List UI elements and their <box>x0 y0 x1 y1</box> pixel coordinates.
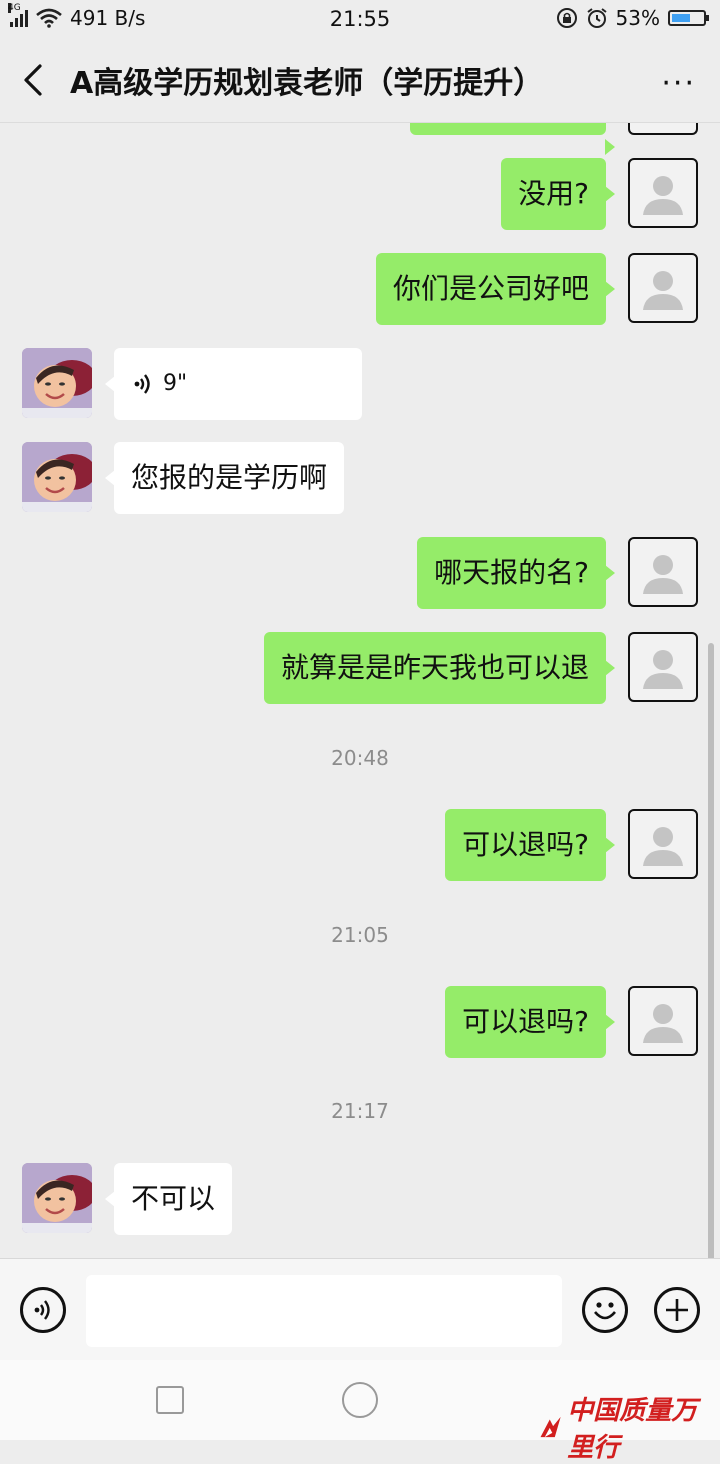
default-avatar-icon <box>643 1004 683 1043</box>
battery-icon <box>668 10 709 26</box>
default-avatar-icon <box>643 271 683 310</box>
avatar[interactable] <box>22 348 92 418</box>
contact-photo <box>22 442 92 512</box>
timestamp: 21:17 <box>331 1099 389 1123</box>
voice-input-button[interactable] <box>20 1287 66 1333</box>
recent-apps-button[interactable] <box>156 1386 184 1414</box>
status-bar: 4G 491 B/s 21:55 53% <box>0 0 720 38</box>
avatar[interactable] <box>628 632 698 702</box>
watermark-text: 中国质量万里行 <box>567 1396 698 1463</box>
more-dots-icon[interactable]: ··· <box>661 66 696 101</box>
voice-duration: 9" <box>163 371 188 396</box>
avatar[interactable] <box>628 537 698 607</box>
message-bubble[interactable]: 您报的是学历啊 <box>104 442 345 514</box>
timestamp: 21:05 <box>331 923 389 947</box>
message-bubble[interactable]: 没用? <box>501 158 615 230</box>
scrollbar[interactable] <box>708 643 714 1258</box>
message-bubble[interactable]: 不可以 <box>104 1163 233 1235</box>
chat-title: A高级学历规划袁老师（学历提升） <box>70 66 544 101</box>
avatar[interactable] <box>628 253 698 323</box>
message-bubble[interactable]: 可以退吗? <box>445 986 615 1058</box>
message-bubble[interactable]: 可以退吗? <box>445 809 615 881</box>
avatar[interactable] <box>628 809 698 879</box>
timestamp: 20:48 <box>331 746 389 770</box>
contact-photo <box>22 1163 92 1233</box>
avatar[interactable] <box>628 986 698 1056</box>
voice-wave-icon <box>134 374 150 394</box>
message-input[interactable] <box>86 1275 562 1347</box>
avatar[interactable] <box>628 158 698 228</box>
alarm-icon <box>586 8 607 28</box>
message-bubble[interactable]: 就算是是昨天我也可以退 <box>263 632 616 704</box>
message-list[interactable]: 没用? 你们是公司好吧 9" 您报的是学历啊 哪天报的名? 就算是是昨天我也可以… <box>0 123 720 1258</box>
default-avatar-icon <box>643 827 683 866</box>
avatar[interactable] <box>22 442 92 512</box>
message-bubble[interactable]: 你们是公司好吧 <box>375 253 616 325</box>
message-bubble[interactable] <box>410 123 615 155</box>
battery-percent: 53% <box>615 6 660 30</box>
voice-icon <box>34 1300 50 1320</box>
home-button[interactable] <box>342 1382 378 1418</box>
voice-message-bubble[interactable]: 9" <box>105 348 362 420</box>
avatar[interactable] <box>628 123 698 135</box>
avatar[interactable] <box>22 1163 92 1233</box>
more-functions-button[interactable] <box>654 1287 700 1333</box>
system-nav-bar: 中国质量万里行 <box>0 1360 720 1463</box>
contact-photo <box>22 348 92 418</box>
default-avatar-icon <box>643 555 683 594</box>
chat-header: A高级学历规划袁老师（学历提升） ··· <box>0 38 720 123</box>
rotation-lock-icon <box>556 8 577 28</box>
input-bar <box>0 1258 720 1361</box>
message-bubble[interactable]: 哪天报的名? <box>417 537 615 609</box>
watermark-logo-icon <box>540 1416 561 1438</box>
plus-icon <box>666 1299 688 1321</box>
default-avatar-icon <box>643 650 683 689</box>
emoji-button[interactable] <box>582 1287 628 1333</box>
emoji-icon <box>594 1302 616 1320</box>
back-arrow-icon[interactable] <box>16 60 52 100</box>
default-avatar-icon <box>643 176 683 215</box>
watermark: 中国质量万里行 <box>538 1390 720 1464</box>
